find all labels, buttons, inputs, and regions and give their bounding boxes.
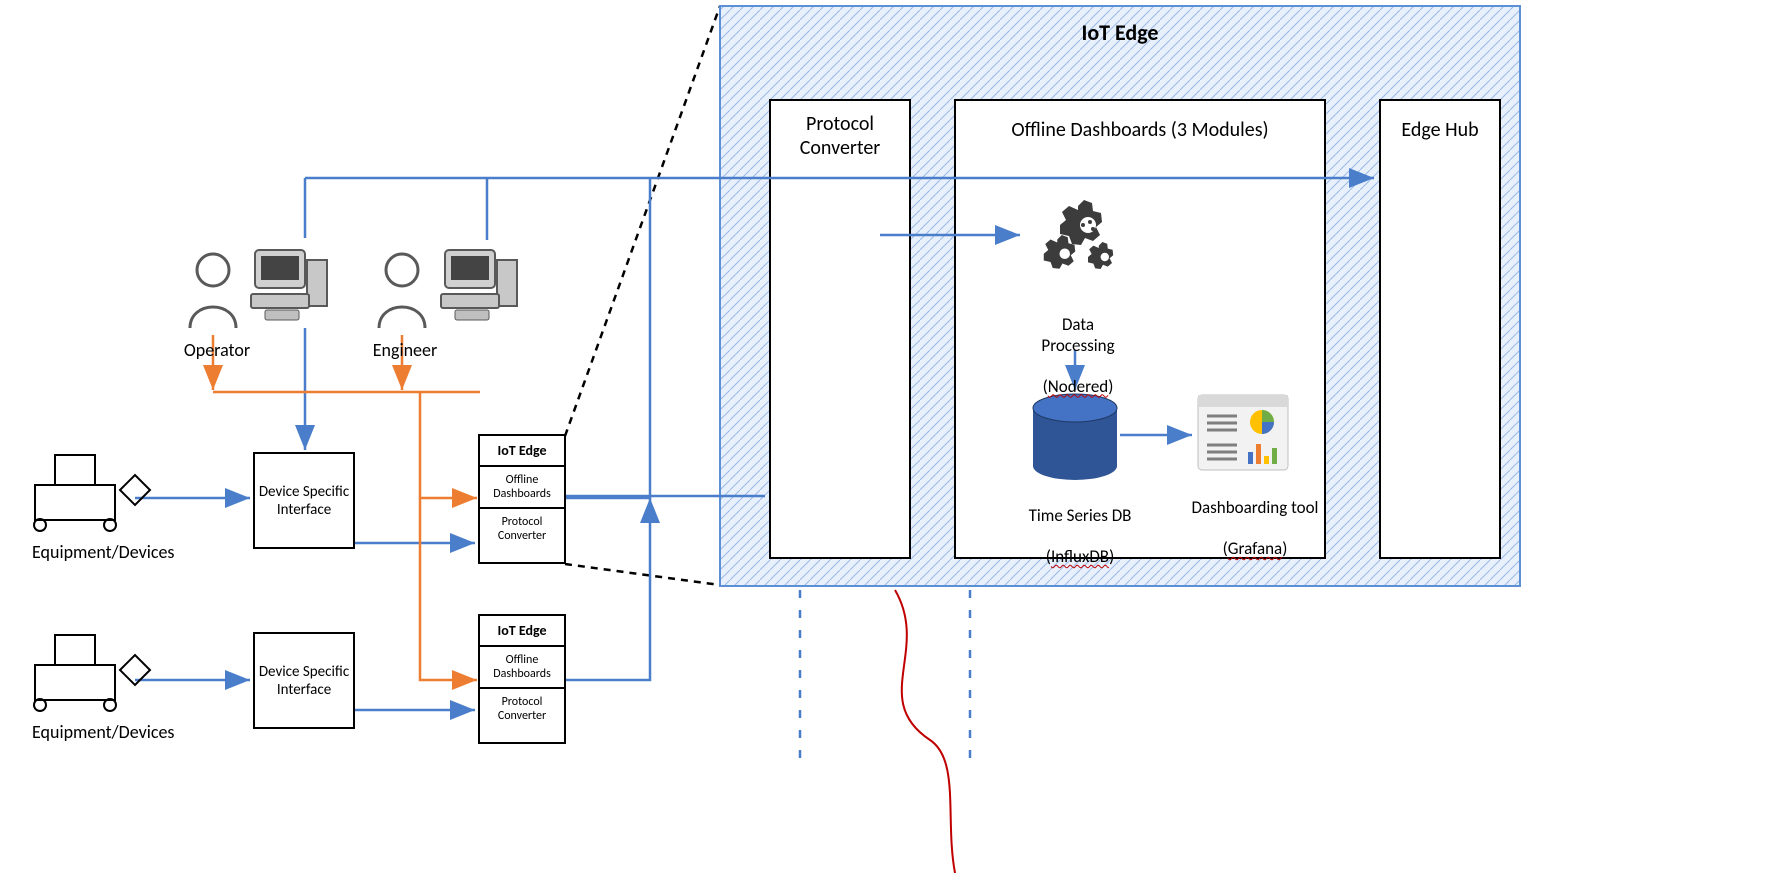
equipment-label-1: Equipment/Devices <box>32 542 212 564</box>
dashboarding-tool-label: Dashboarding tool (Grafana) <box>1175 478 1335 560</box>
protocol-converter-title: Protocol Converter <box>770 112 910 160</box>
engineer-label: Engineer <box>360 340 450 362</box>
data-processing-label: Data Processing (Nodered) <box>1018 295 1138 397</box>
computer-icon <box>441 250 517 320</box>
equipment-label-2: Equipment/Devices <box>32 722 212 744</box>
iot-edge-small-2: IoT Edge Offline Dashboards Protocol Con… <box>478 614 566 744</box>
iot-edge-title: IoT Edge <box>720 20 1520 46</box>
equipment-icon <box>34 455 150 531</box>
edge-hub-title: Edge Hub <box>1380 118 1500 142</box>
operator-label: Operator <box>172 340 262 362</box>
operator-icon <box>190 254 236 328</box>
dsi-box-2: Device Specific Interface <box>253 632 355 729</box>
computer-icon <box>251 250 327 320</box>
engineer-icon <box>379 254 425 328</box>
iot-edge-small-1: IoT Edge Offline Dashboards Protocol Con… <box>478 434 566 564</box>
dsi-box-1: Device Specific Interface <box>253 452 355 549</box>
equipment-icon <box>34 635 150 711</box>
tsdb-label: Time Series DB (InfluxDB) <box>1010 486 1150 568</box>
offline-dashboards-title: Offline Dashboards (3 Modules) <box>955 118 1325 142</box>
